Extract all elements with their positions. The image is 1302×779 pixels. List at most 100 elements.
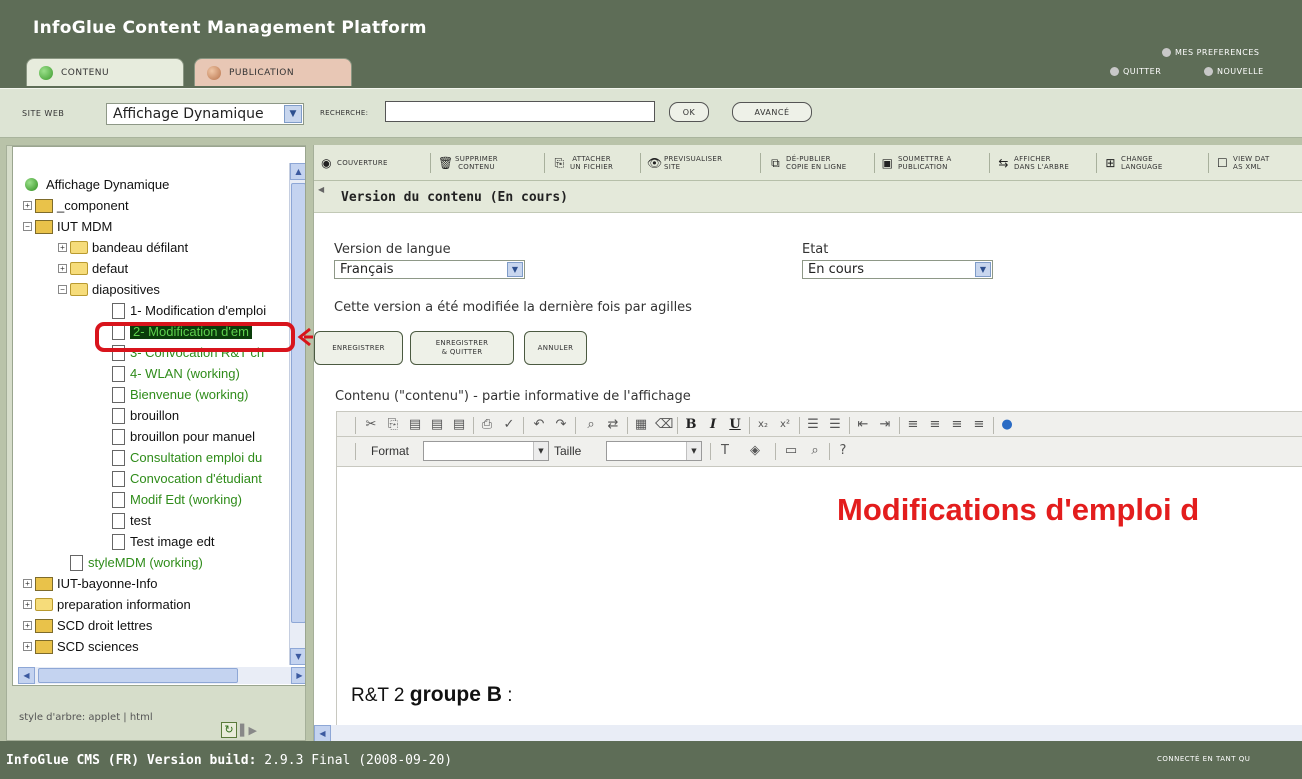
search-input[interactable] [385,101,655,122]
submit-publication-button[interactable]: ▣ SOUMETTRE A PUBLICATION [881,151,952,175]
tree-item[interactable]: + defaut [58,258,128,279]
italic-icon[interactable]: I [705,417,721,433]
scroll-left-icon[interactable]: ◀ [18,667,35,684]
preview-icon[interactable]: ⌕ [807,443,823,459]
scroll-thumb[interactable] [38,668,238,683]
expand-icon[interactable]: + [58,264,67,273]
language-select[interactable]: Français ▼ [334,260,525,279]
change-language-button[interactable]: ⊞ CHANGE LANGUAGE [1104,151,1163,175]
couverture-button[interactable]: ◉ COUVERTURE [320,151,388,175]
collapse-panel-icon[interactable]: ▌▶ [240,724,257,737]
tab-contenu[interactable]: CONTENU [26,58,184,86]
tree-item[interactable]: + SCD droit lettres [23,615,152,636]
align-justify-icon[interactable]: ≡ [971,417,987,433]
tree-vertical-scrollbar[interactable]: ▲ ▼ [289,163,305,665]
expand-icon[interactable]: + [23,621,32,630]
show-in-tree-button[interactable]: ⇆ AFFICHER DANS L'ARBRE [997,151,1069,175]
state-select[interactable]: En cours ▼ [802,260,993,279]
editor-horizontal-scrollbar[interactable]: ◀ [314,725,1302,742]
select-all-icon[interactable]: ▦ [633,417,649,433]
undo-icon[interactable]: ↶ [531,417,547,433]
help-icon[interactable]: ? [835,443,851,459]
ok-button[interactable]: OK [669,102,709,122]
scroll-right-icon[interactable]: ▶ [291,667,305,684]
align-left-icon[interactable]: ≡ [905,417,921,433]
size-combo[interactable]: ▼ [606,441,702,461]
replace-icon[interactable]: ⇄ [605,417,621,433]
tree-item[interactable]: + preparation information [23,594,191,615]
cancel-button[interactable]: ANNULER [524,331,587,365]
tree-item[interactable]: brouillon [112,405,179,426]
subscript-icon[interactable]: x₂ [755,417,771,433]
tree-style-switch[interactable]: style d'arbre: applet | html [19,712,153,723]
numbered-list-icon[interactable]: ☰ [805,417,821,433]
background-color-icon[interactable]: ◈ [747,443,763,459]
quit-link[interactable]: QUITTER [1110,67,1161,76]
save-and-quit-button[interactable]: ENREGISTRER & QUITTER [410,331,514,365]
rich-text-editor[interactable]: ✂ ⎘ ▤ ▤ ▤ ⎙ ✓ ↶ ↷ ⌕ ⇄ ▦ ⌫ B I U x₂ x² ☰ [314,411,1302,742]
bulleted-list-icon[interactable]: ☰ [827,417,843,433]
expand-icon[interactable]: + [23,201,32,210]
collapse-icon[interactable]: − [23,222,32,231]
preferences-link[interactable]: MES PREFERENCES [1162,48,1260,57]
paste-word-icon[interactable]: ▤ [451,417,467,433]
scroll-thumb[interactable] [291,183,305,623]
panel-collapse-icon[interactable]: ◀ [318,185,324,194]
tree-root[interactable]: Affichage Dynamique [25,174,169,195]
collapse-icon[interactable]: − [58,285,67,294]
unpublish-button[interactable]: ⧉ DÉ-PUBLIER COPIE EN LIGNE [769,151,846,175]
new-link[interactable]: NOUVELLE [1204,67,1264,76]
paste-icon[interactable]: ▤ [407,417,423,433]
copy-icon[interactable]: ⎘ [385,417,401,433]
chevron-down-icon[interactable]: ▼ [507,262,523,277]
tree-item[interactable]: + bandeau défilant [58,237,188,258]
preview-site-button[interactable]: 👁 PREVISUALISER SITE [647,151,722,175]
scroll-down-icon[interactable]: ▼ [290,648,305,665]
find-icon[interactable]: ⌕ [583,417,599,433]
outdent-icon[interactable]: ⇤ [855,417,871,433]
chevron-down-icon[interactable]: ▼ [284,105,302,123]
eraser-icon[interactable]: ⌫ [655,417,673,433]
tree-item[interactable]: Test image edt [112,531,215,552]
tree-item[interactable]: brouillon pour manuel [112,426,255,447]
redo-icon[interactable]: ↷ [553,417,569,433]
source-icon[interactable]: ▭ [783,443,799,459]
chevron-down-icon[interactable]: ▼ [975,262,991,277]
tree-item[interactable]: + _component [23,195,129,216]
tab-publication[interactable]: PUBLICATION [194,58,352,86]
indent-icon[interactable]: ⇥ [877,417,893,433]
text-color-icon[interactable]: T [717,443,733,459]
underline-icon[interactable]: U [727,417,743,433]
refresh-icon[interactable]: ↻ [221,722,237,738]
scroll-up-icon[interactable]: ▲ [290,163,305,180]
delete-content-button[interactable]: 🗑 SUPPRIMER CONTENU [438,151,498,175]
tree-item[interactable]: Convocation d'étudiant [112,468,262,489]
align-right-icon[interactable]: ≡ [949,417,965,433]
tree-item[interactable]: test [112,510,151,531]
site-select[interactable]: Affichage Dynamique ▼ [106,103,304,125]
format-combo[interactable]: ▼ [423,441,549,461]
paste-text-icon[interactable]: ▤ [429,417,445,433]
tree-item[interactable]: Bienvenue (working) [112,384,249,405]
tree-item[interactable]: Consultation emploi du [112,447,262,468]
tree-item[interactable]: + SCD sciences [23,636,139,657]
tree-item[interactable]: − diapositives [58,279,160,300]
expand-icon[interactable]: + [58,243,67,252]
scroll-left-icon[interactable]: ◀ [314,725,331,742]
tree-item[interactable]: 4- WLAN (working) [112,363,240,384]
chevron-down-icon[interactable]: ▼ [533,442,548,460]
superscript-icon[interactable]: x² [777,417,793,433]
tree-item[interactable]: styleMDM (working) [70,552,203,573]
bold-icon[interactable]: B [683,417,699,433]
tree-item[interactable]: 1- Modification d'emploi [112,300,266,321]
spellcheck-icon[interactable]: ✓ [501,417,517,433]
expand-icon[interactable]: + [23,642,32,651]
view-xml-button[interactable]: ☐ VIEW DAT AS XML [1216,151,1270,175]
cut-icon[interactable]: ✂ [363,417,379,433]
expand-icon[interactable]: + [23,600,32,609]
advanced-search-button[interactable]: AVANCÉ [732,102,812,122]
tree-item[interactable]: − IUT MDM [23,216,112,237]
tree-item[interactable]: + IUT-bayonne-Info [23,573,157,594]
link-icon[interactable]: ● [999,417,1015,433]
attach-file-button[interactable]: ⎘ ATTACHER UN FICHIER [553,151,613,175]
